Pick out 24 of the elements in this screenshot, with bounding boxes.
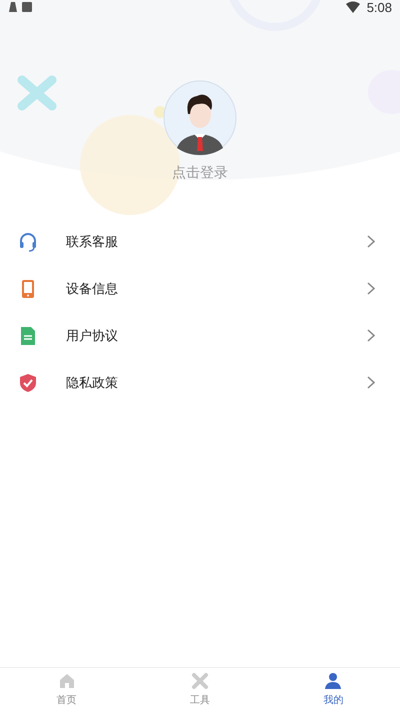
menu-label: 用户协议 [66,328,119,344]
wifi-icon [346,1,360,13]
chevron-right-icon [367,376,375,389]
clock: 5:08 [366,0,392,14]
shield-icon [18,372,38,392]
document-icon [18,326,38,346]
tab[interactable]: 我的 [266,668,400,710]
menu-label: 联系客服 [66,234,119,250]
menu-item[interactable]: 用户协议 [0,312,400,359]
tab[interactable]: 工具 [133,668,267,710]
menu-item[interactable]: 联系客服 [0,218,400,265]
tools-icon [190,672,209,690]
tab[interactable]: 首页 [0,668,134,710]
avatar[interactable] [163,80,237,156]
menu-item[interactable]: 设备信息 [0,265,400,312]
menu-item[interactable]: 隐私政策 [0,359,400,406]
home-icon [58,672,76,690]
headset-icon [18,232,38,252]
chevron-right-icon [367,282,375,295]
person-icon [324,672,342,690]
chevron-right-icon [367,329,375,342]
menu-label: 隐私政策 [66,374,119,392]
chevron-right-icon [367,235,375,248]
menu-label: 设备信息 [66,280,119,298]
